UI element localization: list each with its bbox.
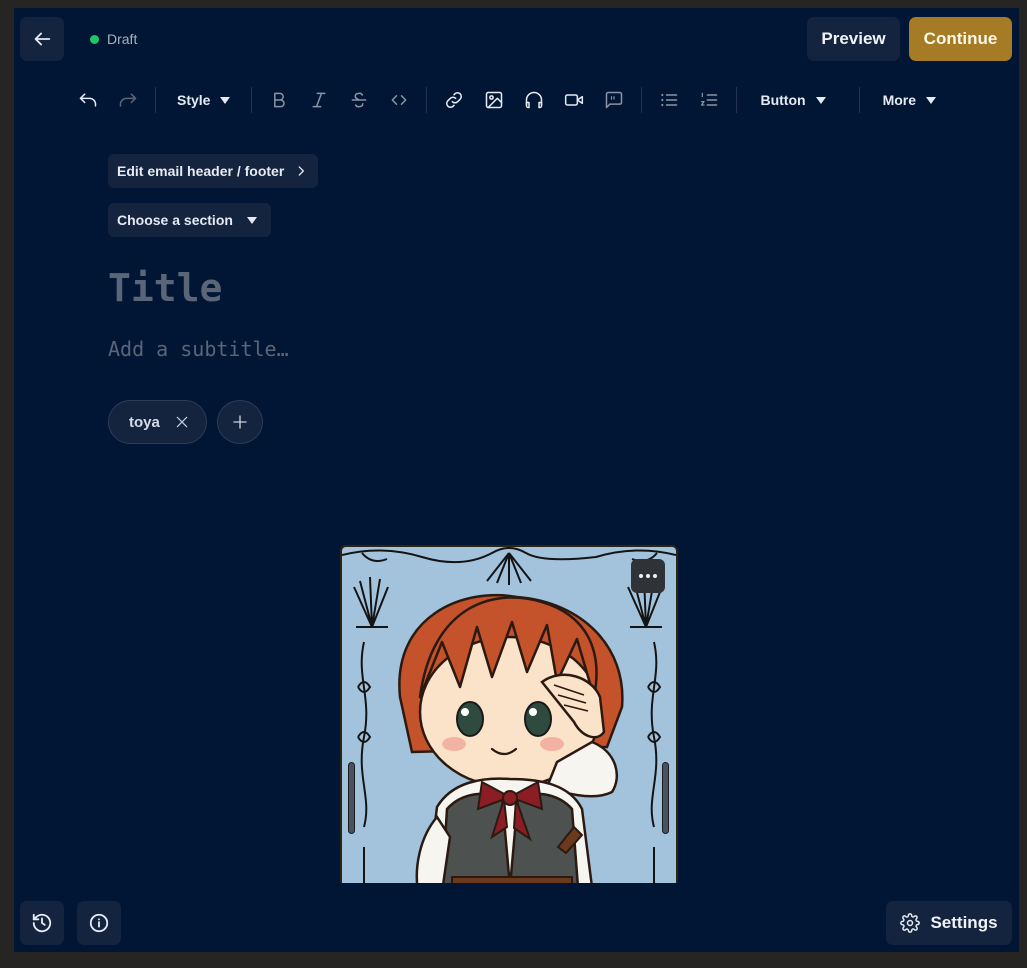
edit-email-header-footer-label: Edit email header / footer <box>117 163 285 179</box>
numbered-list-button[interactable] <box>689 85 729 115</box>
toolbar-divider <box>736 87 738 113</box>
draft-status: Draft <box>90 31 137 47</box>
info-icon <box>89 913 109 933</box>
back-button[interactable] <box>20 17 64 61</box>
resize-handle-left[interactable] <box>348 762 355 834</box>
audio-button[interactable] <box>514 85 554 115</box>
bold-icon <box>274 92 286 108</box>
bottom-bar <box>14 883 1019 952</box>
gear-icon <box>900 913 921 933</box>
status-label: Draft <box>107 31 138 47</box>
formatting-toolbar: Style Button More <box>68 85 950 115</box>
dot <box>646 574 650 578</box>
close-icon[interactable] <box>174 414 190 430</box>
toolbar-divider <box>251 87 253 113</box>
continue-button[interactable]: Continue <box>909 17 1012 61</box>
undo-button[interactable] <box>68 85 108 115</box>
caret-down-icon <box>926 96 937 104</box>
settings-label: Settings <box>930 913 998 932</box>
quote-icon <box>606 91 623 109</box>
italic-button[interactable] <box>299 85 339 115</box>
arrow-left-icon <box>34 32 51 46</box>
status-dot <box>90 34 99 44</box>
tag-label: toya <box>129 413 160 431</box>
title-input[interactable]: Title <box>108 266 222 310</box>
version-history-button[interactable] <box>20 901 64 945</box>
bullet-list-icon <box>661 93 678 107</box>
choose-section-dropdown[interactable]: Choose a section <box>108 203 271 237</box>
chevron-right-icon <box>298 166 305 176</box>
code-icon <box>392 95 407 105</box>
more-dropdown[interactable]: More <box>867 85 950 115</box>
quote-button[interactable] <box>594 85 634 115</box>
italic-icon <box>312 92 327 108</box>
style-dropdown-label: Style <box>177 92 211 108</box>
caret-down-icon <box>815 96 826 104</box>
link-button[interactable] <box>434 85 474 115</box>
button-dropdown[interactable]: Button <box>744 85 851 115</box>
bullet-list-button[interactable] <box>649 85 689 115</box>
settings-button[interactable]: Settings <box>886 901 1012 945</box>
preview-button[interactable]: Preview <box>807 17 900 61</box>
video-button[interactable] <box>554 85 594 115</box>
button-dropdown-label: Button <box>760 92 806 108</box>
toolbar-divider <box>641 87 643 113</box>
resize-handle-right[interactable] <box>662 762 669 834</box>
toolbar-divider <box>426 87 428 113</box>
strikethrough-icon <box>352 92 367 108</box>
choose-section-label: Choose a section <box>117 212 233 228</box>
dot <box>639 574 643 578</box>
info-button[interactable] <box>77 901 121 945</box>
headphones-icon <box>526 91 543 109</box>
image-icon <box>486 91 503 109</box>
toolbar-divider <box>858 87 860 113</box>
image-button[interactable] <box>474 85 514 115</box>
post-editor: Draft Preview Continue Style Button More… <box>14 8 1019 952</box>
undo-icon <box>79 93 97 107</box>
redo-icon <box>119 93 137 107</box>
tag-chip: toya <box>108 400 207 444</box>
plus-icon <box>233 415 247 429</box>
numbered-list-icon <box>701 92 718 106</box>
edit-email-header-footer-button[interactable]: Edit email header / footer <box>108 154 319 188</box>
caret-down-icon <box>246 216 257 224</box>
code-button[interactable] <box>379 85 419 115</box>
bold-button[interactable] <box>259 85 299 115</box>
add-tag-button[interactable] <box>217 400 263 444</box>
caret-down-icon <box>220 96 231 104</box>
style-dropdown[interactable]: Style <box>163 85 244 115</box>
link-icon <box>446 91 463 109</box>
subtitle-input[interactable]: Add a subtitle… <box>108 337 289 361</box>
image-options-button[interactable] <box>631 559 665 593</box>
redo-button[interactable] <box>108 85 148 115</box>
dot <box>653 574 657 578</box>
more-dropdown-label: More <box>882 92 917 108</box>
strikethrough-button[interactable] <box>339 85 379 115</box>
video-icon <box>565 94 584 106</box>
history-icon <box>32 913 52 933</box>
toolbar-divider <box>155 87 156 113</box>
